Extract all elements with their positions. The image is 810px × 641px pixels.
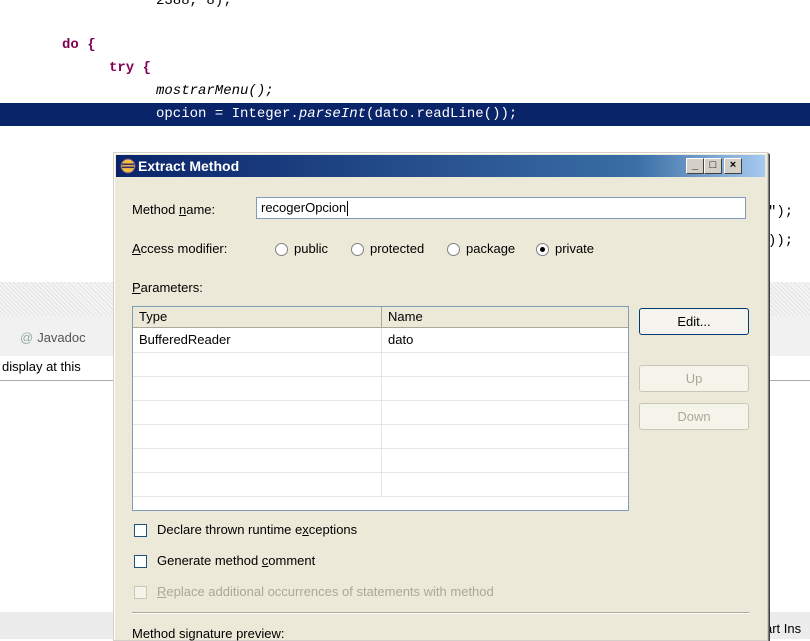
code-line: 2388, 8); xyxy=(156,0,232,9)
code-text: parseInt xyxy=(298,106,367,122)
code-text: (dato.readLine()); xyxy=(366,106,518,122)
column-header-type[interactable]: Type xyxy=(133,307,382,327)
method-name-input[interactable]: recogerOpcion xyxy=(256,197,746,219)
table-cell xyxy=(133,376,382,400)
method-name-label: Method name: xyxy=(132,202,215,217)
table-cell-name: dato xyxy=(388,332,414,347)
table-cell xyxy=(382,352,628,376)
radio-package[interactable] xyxy=(447,243,460,256)
replace-occurrences-checkbox[interactable] xyxy=(134,586,147,599)
table-row-empty xyxy=(133,352,628,377)
parameters-label: Parameters: xyxy=(132,280,203,295)
dialog-title: Extract Method xyxy=(138,158,240,174)
declare-exceptions-checkbox[interactable] xyxy=(134,524,147,537)
column-header-name[interactable]: Name xyxy=(382,307,628,327)
label-text: A xyxy=(132,241,141,256)
up-button[interactable]: Up xyxy=(639,365,749,392)
code-line: mostrarMenu(); xyxy=(156,83,274,99)
radio-private[interactable] xyxy=(536,243,549,256)
code-line: do { xyxy=(62,34,96,56)
access-modifier-label: Access modifier: xyxy=(132,241,227,256)
label-text: Generate method xyxy=(157,553,262,568)
tab-javadoc[interactable]: @ Javadoc xyxy=(20,330,86,345)
table-header: Type Name xyxy=(133,307,628,328)
table-row-empty xyxy=(133,472,628,497)
tab-label: Javadoc xyxy=(37,330,86,345)
label-text: P xyxy=(132,280,141,295)
table-row-empty xyxy=(133,424,628,449)
eclipse-icon xyxy=(120,158,136,174)
label-text: Method xyxy=(132,202,179,217)
label-text: ccess modifier: xyxy=(140,241,228,256)
table-cell-type: BufferedReader xyxy=(133,328,382,352)
bottom-text: art Ins xyxy=(765,621,802,636)
extract-method-dialog: Extract Method _ □ × Method name: recoge… xyxy=(113,152,768,641)
table-row-empty xyxy=(133,448,628,473)
code-fragment: "); xyxy=(768,204,794,220)
close-button[interactable]: × xyxy=(724,158,742,174)
keyword-do: do { xyxy=(62,37,96,53)
table-cell xyxy=(133,424,382,448)
method-name-value: recogerOpcion xyxy=(261,200,347,215)
text-caret xyxy=(347,201,349,217)
separator xyxy=(132,612,749,614)
edit-button[interactable]: Edit... xyxy=(639,308,749,335)
table-cell xyxy=(382,376,628,400)
table-cell xyxy=(133,352,382,376)
code-line: opcion = Integer.parseInt(dato.readLine(… xyxy=(156,103,517,125)
radio-public[interactable] xyxy=(275,243,288,256)
radio-package-label[interactable]: package xyxy=(466,241,515,256)
table-cell xyxy=(133,448,382,472)
code-line: try { xyxy=(109,57,151,79)
maximize-button[interactable]: □ xyxy=(704,158,722,174)
radio-private-label[interactable]: private xyxy=(555,241,594,256)
maximize-icon: □ xyxy=(709,159,717,171)
dialog-titlebar[interactable]: Extract Method _ □ × xyxy=(116,155,765,177)
code-fragment: )); xyxy=(768,233,794,249)
generate-comment-label[interactable]: Generate method comment xyxy=(157,553,315,568)
table-row[interactable]: BufferedReader dato xyxy=(133,328,628,353)
table-row-empty xyxy=(133,400,628,425)
keyword-try: try { xyxy=(109,60,152,76)
label-text: Declare thrown runtime e xyxy=(157,522,303,537)
label-text: ame: xyxy=(186,202,216,217)
generate-comment-checkbox[interactable] xyxy=(134,555,147,568)
replace-occurrences-label[interactable]: Replace additional occurrences of statem… xyxy=(157,584,494,599)
minimize-button[interactable]: _ xyxy=(686,158,704,174)
table-cell xyxy=(382,424,628,448)
javadoc-text: display at this xyxy=(2,359,81,374)
label-text: R xyxy=(157,584,167,599)
label-text: ceptions xyxy=(308,522,358,537)
declare-exceptions-label[interactable]: Declare thrown runtime exceptions xyxy=(157,522,357,537)
at-icon: @ xyxy=(20,330,34,345)
radio-protected-label[interactable]: protected xyxy=(370,241,424,256)
close-icon: × xyxy=(729,159,737,171)
table-cell xyxy=(133,472,382,496)
table-row-empty xyxy=(133,376,628,401)
down-button[interactable]: Down xyxy=(639,403,749,430)
parameters-table[interactable]: Type Name BufferedReader dato xyxy=(132,306,629,511)
label-text: omment xyxy=(268,553,316,568)
selected-code-line[interactable]: opcion = Integer.parseInt(dato.readLine(… xyxy=(0,103,810,126)
minimize-icon: _ xyxy=(691,159,699,171)
table-cell xyxy=(133,400,382,424)
label-text: arameters: xyxy=(140,280,203,295)
radio-protected[interactable] xyxy=(351,243,364,256)
code-text: opcion = Integer. xyxy=(156,106,299,122)
table-cell xyxy=(382,472,628,496)
table-cell xyxy=(382,448,628,472)
table-cell xyxy=(382,400,628,424)
label-text: eplace additional occurrences of stateme… xyxy=(166,584,494,599)
radio-public-label[interactable]: public xyxy=(294,241,328,256)
